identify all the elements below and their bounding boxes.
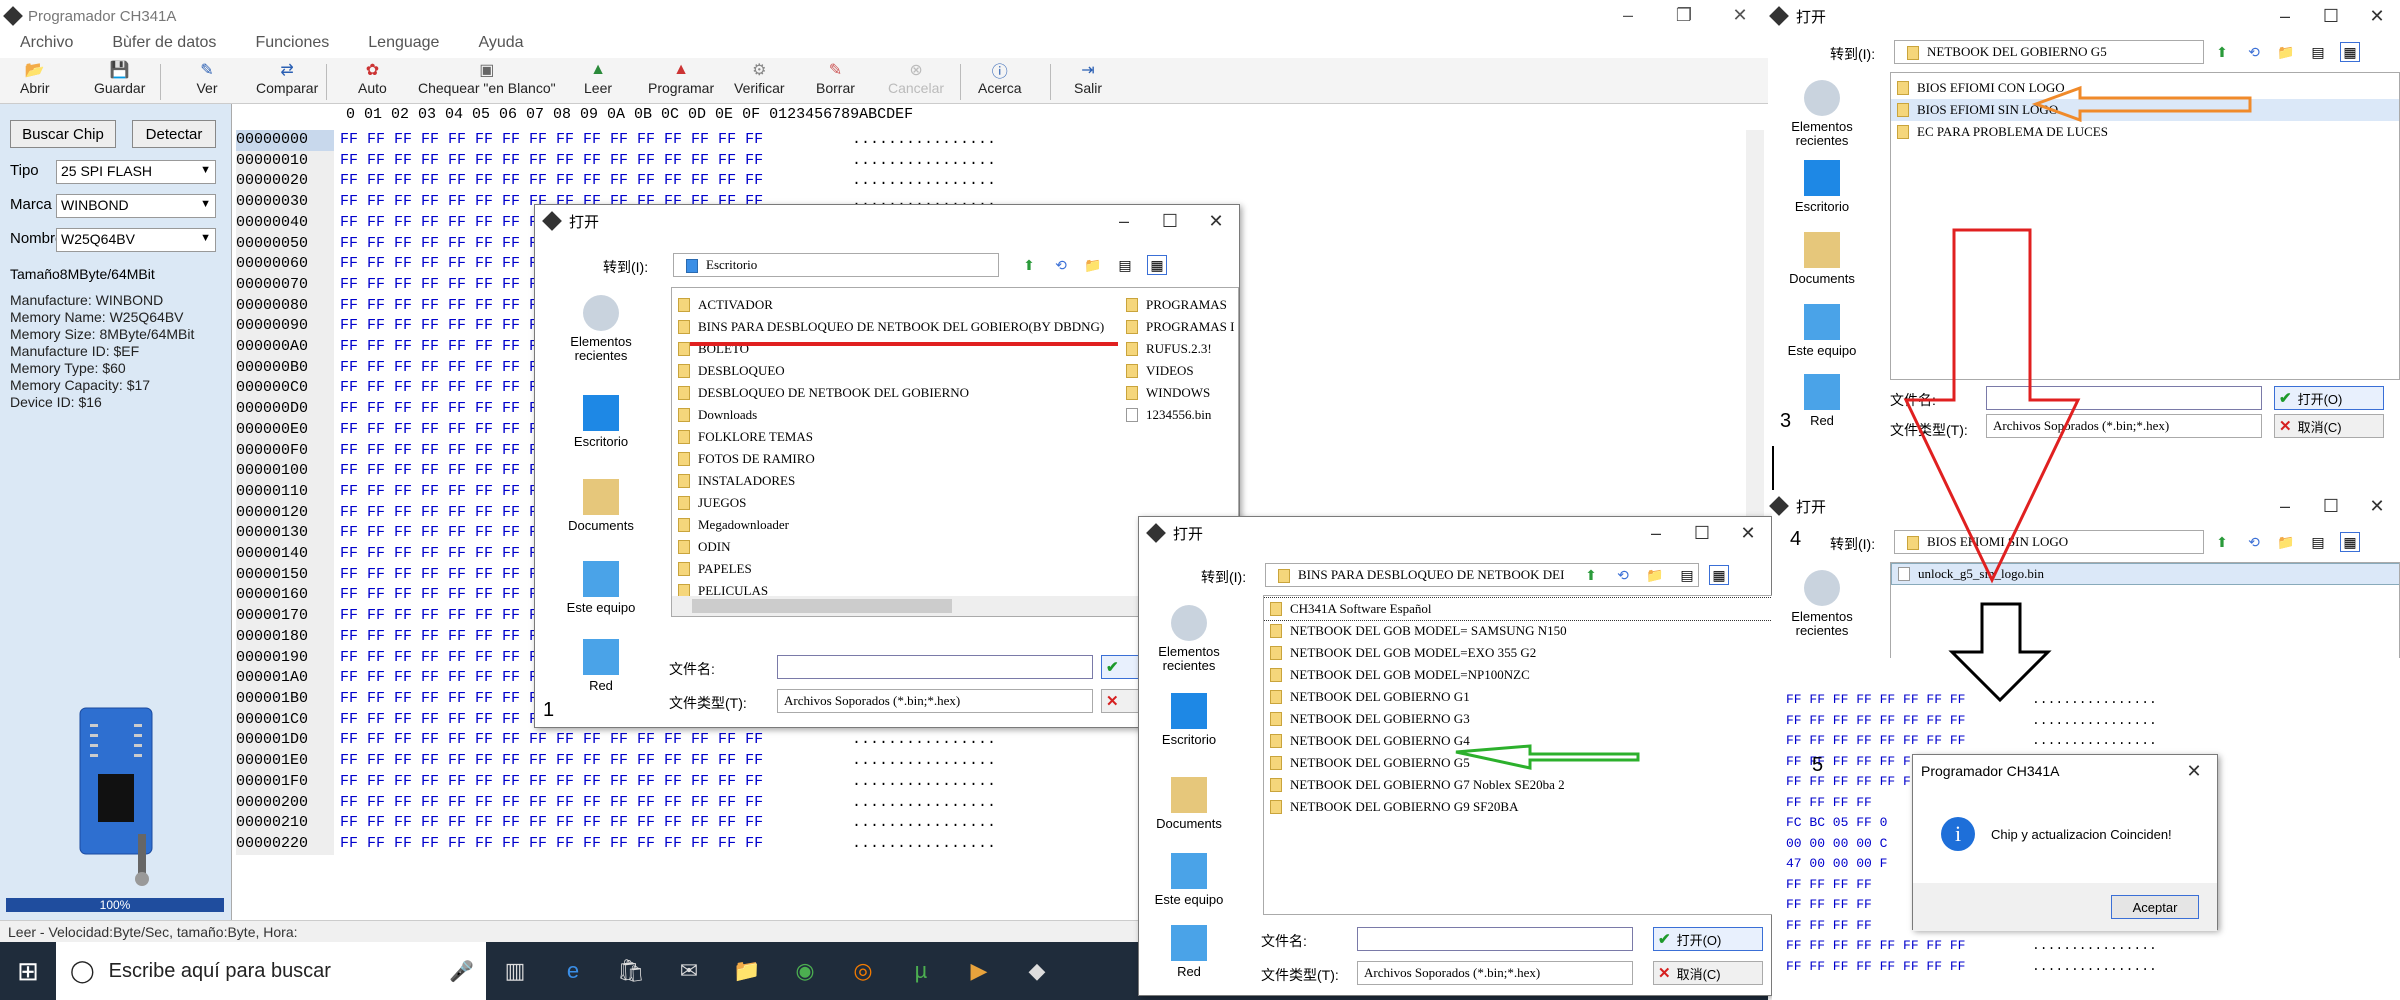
green-arrow xyxy=(1455,744,1640,770)
black-down-arrow xyxy=(1948,602,2052,703)
orange-arrow xyxy=(2031,85,2252,123)
annotation-layer xyxy=(690,85,2252,770)
red-down-arrow xyxy=(1903,228,2081,584)
